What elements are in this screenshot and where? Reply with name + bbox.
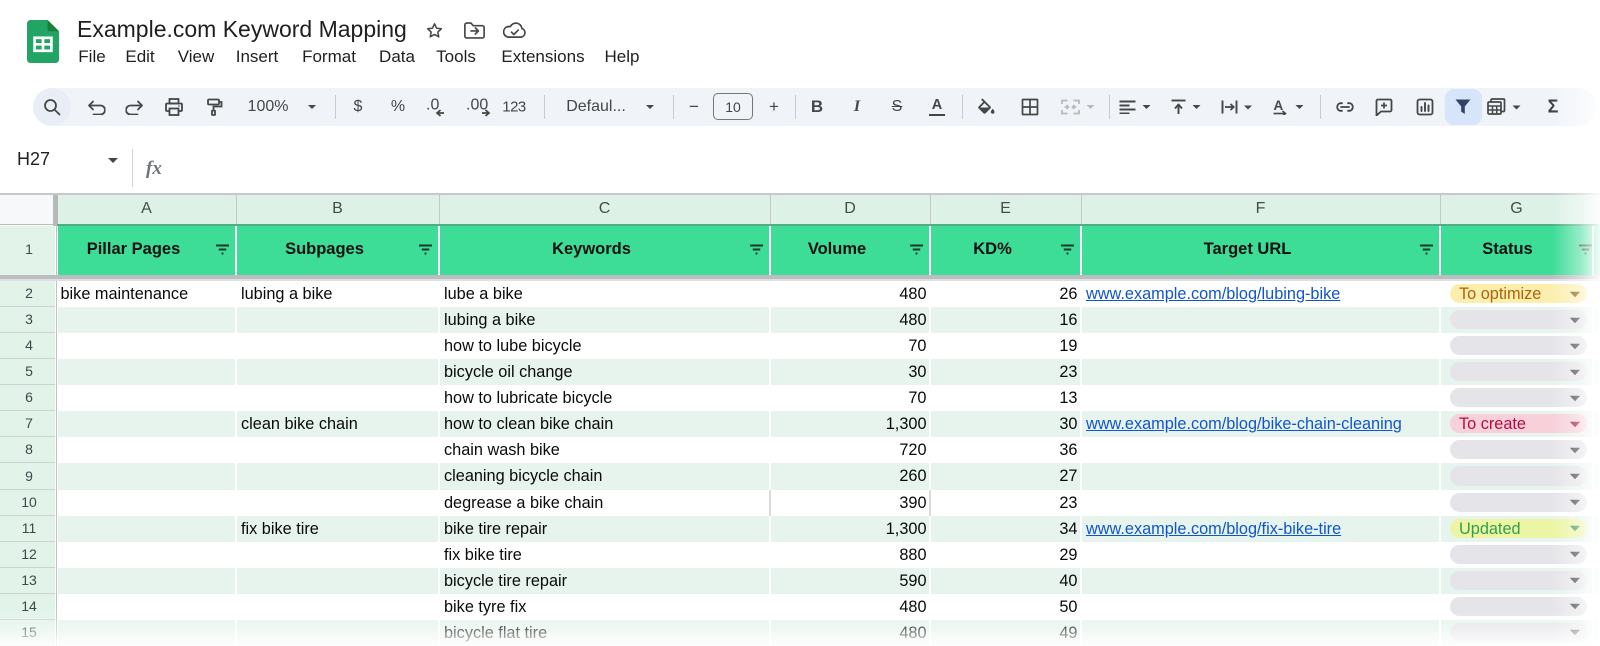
svg-text:.0: .0 <box>426 97 439 114</box>
svg-text:A: A <box>1274 99 1284 113</box>
svg-text:.00: .00 <box>466 97 488 114</box>
